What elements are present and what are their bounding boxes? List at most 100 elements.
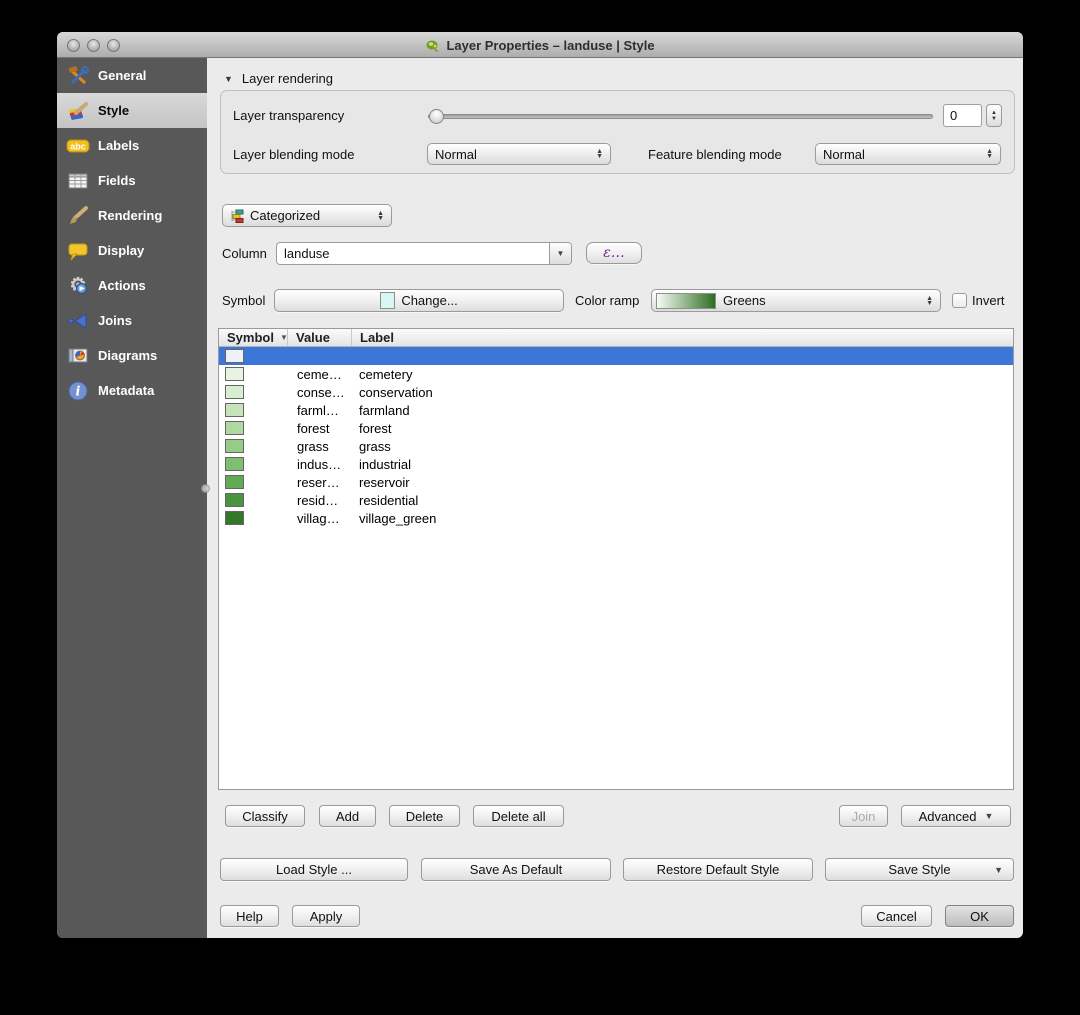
- invert-checkbox[interactable]: [952, 293, 967, 308]
- column-dropdown[interactable]: landuse ▼: [276, 242, 572, 265]
- categorized-icon: [231, 209, 244, 223]
- delete-all-button[interactable]: Delete all: [473, 805, 564, 827]
- category-value: resid…: [297, 492, 339, 508]
- title-bar[interactable]: Layer Properties – landuse | Style: [57, 32, 1023, 58]
- symbol-change-button[interactable]: Change...: [274, 289, 564, 312]
- restore-default-style-button[interactable]: Restore Default Style: [623, 858, 813, 881]
- category-value: conse…: [297, 384, 345, 400]
- save-style-button[interactable]: Save Style ▼: [825, 858, 1014, 881]
- apply-button[interactable]: Apply: [292, 905, 360, 927]
- sidebar-item-label: Display: [98, 243, 145, 258]
- join-button[interactable]: Join: [839, 805, 888, 827]
- table-row[interactable]: forest forest: [219, 419, 1013, 437]
- layer-blending-label: Layer blending mode: [233, 147, 355, 162]
- paint-layers-icon: [66, 99, 90, 123]
- transparency-stepper[interactable]: ▲ ▼: [986, 104, 1002, 127]
- category-symbol-cell: [219, 475, 288, 489]
- column-value: landuse: [284, 246, 330, 261]
- delete-button[interactable]: Delete: [389, 805, 460, 827]
- category-symbol-swatch[interactable]: [225, 349, 244, 363]
- apply-label: Apply: [309, 908, 343, 924]
- slider-thumb[interactable]: [429, 109, 444, 124]
- load-style-label: Load Style ...: [276, 862, 352, 877]
- color-ramp-dropdown[interactable]: Greens ▲ ▼: [651, 289, 941, 312]
- cancel-button[interactable]: Cancel: [861, 905, 932, 927]
- symbol-column-header[interactable]: Symbol ▼: [219, 329, 288, 346]
- save-style-label: Save Style: [888, 862, 951, 877]
- hammer-wrench-icon: [66, 64, 90, 88]
- advanced-button[interactable]: Advanced ▼: [901, 805, 1011, 827]
- invert-label: Invert: [972, 293, 1005, 308]
- category-symbol-swatch[interactable]: [225, 493, 244, 507]
- category-symbol-swatch[interactable]: [225, 457, 244, 471]
- sidebar-item-general[interactable]: General: [57, 58, 207, 93]
- category-symbol-swatch[interactable]: [225, 439, 244, 453]
- category-label: conservation: [359, 384, 433, 400]
- sidebar-item-joins[interactable]: Joins: [57, 303, 207, 338]
- sidebar-item-label: General: [98, 68, 147, 83]
- classify-button[interactable]: Classify: [225, 805, 305, 827]
- column-label: Column: [222, 246, 267, 261]
- ok-button[interactable]: OK: [945, 905, 1014, 927]
- sidebar-item-rendering[interactable]: Rendering: [57, 198, 207, 233]
- table-row[interactable]: grass grass: [219, 437, 1013, 455]
- table-row[interactable]: reser… reservoir: [219, 473, 1013, 491]
- sidebar-item-actions[interactable]: ⚙▶ Actions: [57, 268, 207, 303]
- dropdown-arrows-icon: ▲ ▼: [377, 209, 384, 222]
- category-value: villag…: [297, 510, 340, 526]
- dropdown-arrow-icon: ▼: [994, 864, 1003, 875]
- panel-resize-handle[interactable]: [201, 484, 210, 493]
- add-button[interactable]: Add: [319, 805, 376, 827]
- value-column-header[interactable]: Value: [288, 329, 352, 346]
- table-row[interactable]: conse… conservation: [219, 383, 1013, 401]
- category-symbol-swatch[interactable]: [225, 385, 244, 399]
- save-as-default-button[interactable]: Save As Default: [421, 858, 611, 881]
- category-symbol-swatch[interactable]: [225, 475, 244, 489]
- category-label: village_green: [359, 510, 437, 526]
- category-label: farmland: [359, 402, 410, 418]
- table-row[interactable]: resid… residential: [219, 491, 1013, 509]
- sidebar-item-diagrams[interactable]: Diagrams: [57, 338, 207, 373]
- table-row[interactable]: villag… village_green: [219, 509, 1013, 527]
- sidebar-item-label: Labels: [98, 138, 140, 153]
- sidebar-item-style[interactable]: Style: [57, 93, 207, 128]
- sidebar-item-display[interactable]: Display: [57, 233, 207, 268]
- category-symbol-swatch[interactable]: [225, 511, 244, 525]
- label-header-label: Label: [360, 330, 394, 345]
- chevron-down-icon[interactable]: ▼: [549, 243, 571, 264]
- help-label: Help: [236, 908, 263, 924]
- renderer-type-dropdown[interactable]: Categorized ▲ ▼: [222, 204, 392, 227]
- step-down-icon[interactable]: ▼: [991, 116, 997, 122]
- minimize-button[interactable]: [87, 39, 100, 52]
- restore-default-label: Restore Default Style: [656, 862, 780, 877]
- zoom-button[interactable]: [107, 39, 120, 52]
- category-value: grass: [297, 438, 329, 454]
- desktop-background: { "window": { "title": "Layer Properties…: [0, 0, 1080, 1015]
- layer-transparency-slider[interactable]: [428, 109, 933, 124]
- table-row[interactable]: indus… industrial: [219, 455, 1013, 473]
- sidebar-item-fields[interactable]: Fields: [57, 163, 207, 198]
- table-row[interactable]: farml… farmland: [219, 401, 1013, 419]
- sidebar-item-metadata[interactable]: i Metadata: [57, 373, 207, 408]
- categories-table[interactable]: Symbol ▼ Value Label ceme… cemetery conse……: [218, 328, 1014, 790]
- load-style-button[interactable]: Load Style ...: [220, 858, 408, 881]
- table-row[interactable]: ceme… cemetery: [219, 365, 1013, 383]
- layer-rendering-disclosure[interactable]: ▼ Layer rendering: [224, 71, 333, 86]
- label-column-header[interactable]: Label: [352, 329, 1013, 346]
- category-symbol-cell: [219, 439, 288, 453]
- transparency-value-field[interactable]: 0: [943, 104, 982, 127]
- category-symbol-swatch[interactable]: [225, 367, 244, 381]
- paintbrush-icon: [66, 204, 90, 228]
- sidebar-item-labels[interactable]: abc Labels: [57, 128, 207, 163]
- symbol-header-label: Symbol: [227, 330, 274, 345]
- expression-builder-button[interactable]: ε…: [586, 242, 642, 264]
- category-symbol-cell: [219, 349, 288, 363]
- close-button[interactable]: [67, 39, 80, 52]
- layer-blending-dropdown[interactable]: Normal ▲ ▼: [427, 143, 611, 165]
- table-row[interactable]: [219, 347, 1013, 365]
- category-symbol-swatch[interactable]: [225, 421, 244, 435]
- help-button[interactable]: Help: [220, 905, 279, 927]
- category-label: grass: [359, 438, 391, 454]
- feature-blending-dropdown[interactable]: Normal ▲ ▼: [815, 143, 1001, 165]
- category-symbol-swatch[interactable]: [225, 403, 244, 417]
